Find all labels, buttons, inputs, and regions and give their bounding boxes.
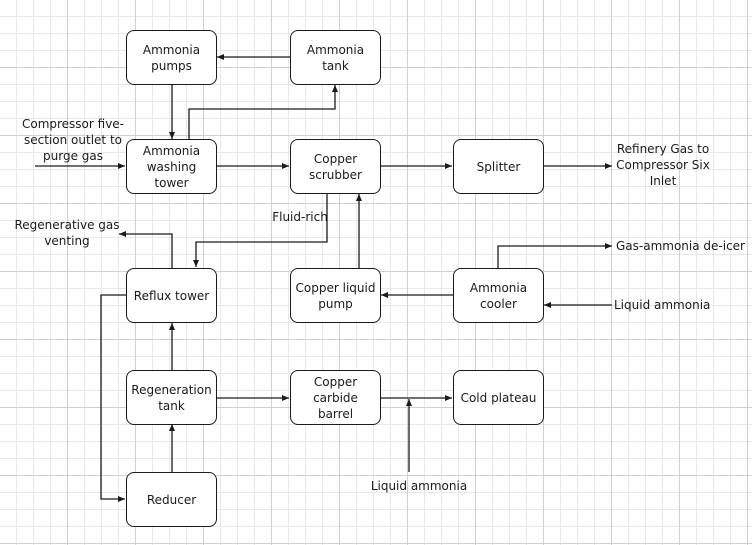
node-ammonia-cooler[interactable]: Ammonia cooler — [453, 268, 544, 323]
node-label: Splitter — [476, 159, 521, 174]
edge-cooler-to-deicer — [497, 243, 612, 268]
node-label: Copper liquid pump — [295, 280, 376, 311]
node-copper-scrubber[interactable]: Copper scrubber — [290, 139, 381, 194]
node-label: Reducer — [146, 492, 197, 507]
node-reflux-tower[interactable]: Reflux tower — [126, 268, 217, 323]
label-liquid-ammonia-bottom: Liquid ammonia — [370, 479, 468, 493]
label-refinery-gas: Refinery Gas to Compressor Six Inlet — [616, 142, 710, 188]
edge-washing-tower-to-tank — [188, 85, 338, 139]
edge-regenerative-venting — [119, 231, 173, 268]
node-copper-liquid-pump[interactable]: Copper liquid pump — [290, 268, 381, 323]
node-copper-carbide-barrel[interactable]: Copper carbide barrel — [290, 370, 381, 425]
node-reducer[interactable]: Reducer — [126, 472, 217, 527]
label-fluid-rich: Fluid-rich — [272, 210, 328, 224]
node-label: Ammonia pumps — [142, 42, 201, 73]
node-ammonia-washing-tower[interactable]: Ammonia washing tower — [126, 139, 217, 194]
node-label: Copper scrubber — [309, 151, 362, 182]
node-label: Ammonia tank — [306, 42, 365, 73]
node-ammonia-pumps[interactable]: Ammonia pumps — [126, 30, 217, 85]
node-label: Copper carbide barrel — [313, 374, 358, 421]
node-label: Cold plateau — [460, 390, 537, 405]
node-label: Ammonia cooler — [469, 280, 528, 311]
node-ammonia-tank[interactable]: Ammonia tank — [290, 30, 381, 85]
node-label: Regeneration tank — [131, 382, 212, 413]
label-compressor-inlet: Compressor five- section outlet to purge… — [21, 117, 125, 163]
node-regeneration-tank[interactable]: Regeneration tank — [126, 370, 217, 425]
label-regenerative-gas-venting: Regenerative gas venting — [14, 218, 120, 248]
node-cold-plateau[interactable]: Cold plateau — [453, 370, 544, 425]
node-label: Reflux tower — [133, 288, 210, 303]
edge-reflux-to-reducer — [100, 294, 126, 502]
node-label: Ammonia washing tower — [142, 143, 201, 190]
label-liquid-ammonia-cooler: Liquid ammonia — [614, 298, 711, 312]
node-splitter[interactable]: Splitter — [453, 139, 544, 194]
label-gas-ammonia-deicer: Gas-ammonia de-icer — [616, 239, 745, 253]
edge-fluid-rich — [193, 193, 328, 267]
